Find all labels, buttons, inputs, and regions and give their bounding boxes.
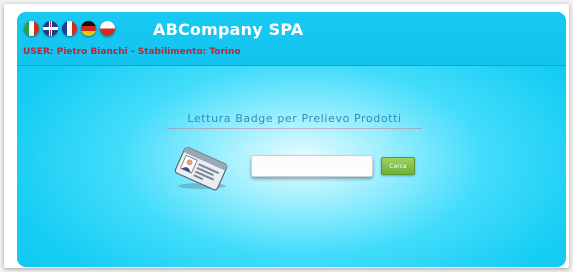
uk-flag-icon[interactable] [43,21,58,36]
search-button[interactable]: Cerca [381,157,415,175]
german-flag-icon[interactable] [81,21,96,36]
badge-input[interactable] [251,155,373,177]
header: ABCompany SPA USER: Pietro Bianchi - Sta… [17,12,566,66]
french-flag-icon[interactable] [62,21,77,36]
language-selector [24,21,115,36]
window-frame: ABCompany SPA USER: Pietro Bianchi - Sta… [4,4,569,268]
polish-flag-icon[interactable] [100,21,115,36]
id-badge-icon [174,147,228,191]
main-panel: ABCompany SPA USER: Pietro Bianchi - Sta… [17,12,566,267]
page-title: Lettura Badge per Prelievo Prodotti [167,112,422,129]
app-title: ABCompany SPA [153,20,304,39]
user-info: USER: Pietro Bianchi - Stabilimento: Tor… [23,47,241,57]
italian-flag-icon[interactable] [24,21,39,36]
